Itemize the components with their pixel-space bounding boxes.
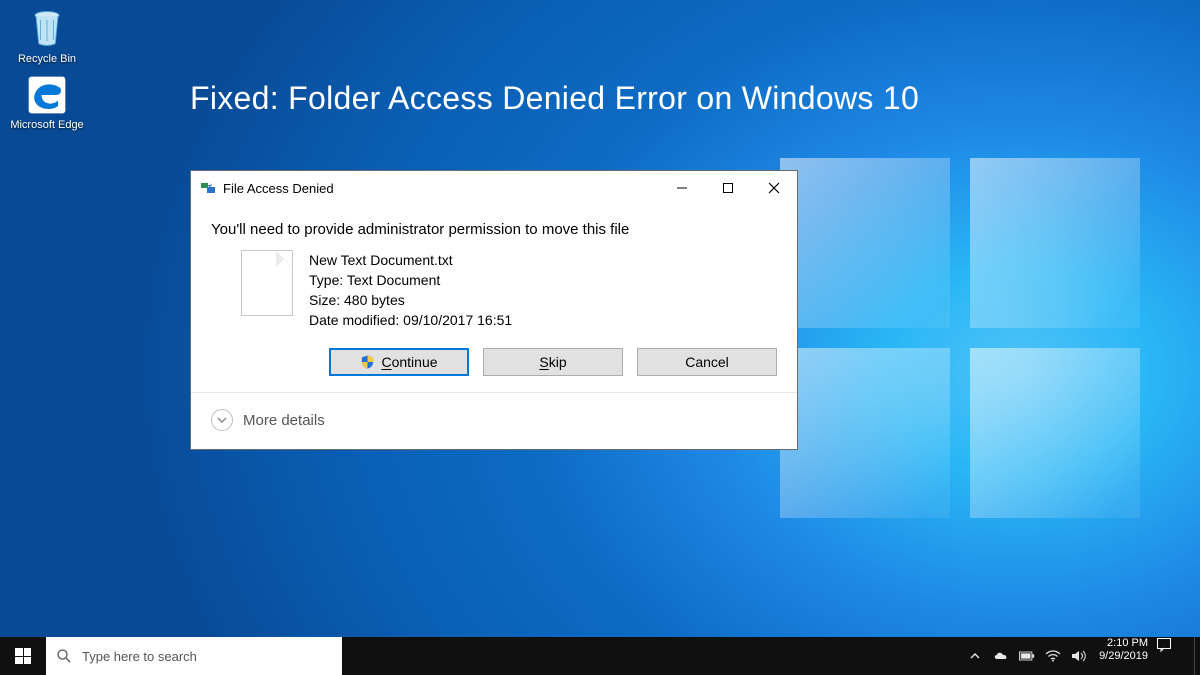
close-button[interactable] (751, 171, 797, 205)
dialog-titlebar[interactable]: File Access Denied (191, 171, 797, 205)
file-access-denied-dialog: File Access Denied You'll need to provid… (190, 170, 798, 450)
desktop-icon-label: Microsoft Edge (10, 119, 84, 131)
action-center-icon[interactable] (1156, 637, 1194, 675)
maximize-button[interactable] (705, 171, 751, 205)
start-button[interactable] (0, 637, 46, 675)
file-size: Size: 480 bytes (309, 290, 512, 310)
show-desktop-button[interactable] (1194, 637, 1200, 675)
dialog-title: File Access Denied (223, 181, 659, 196)
volume-icon[interactable] (1071, 648, 1087, 664)
page-headline: Fixed: Folder Access Denied Error on Win… (190, 80, 919, 117)
taskbar-search[interactable]: Type here to search (46, 637, 342, 675)
windows-logo-icon (15, 648, 31, 664)
search-placeholder: Type here to search (82, 649, 197, 664)
desktop-icon-edge[interactable]: Microsoft Edge (10, 71, 84, 137)
edge-icon (25, 73, 69, 117)
file-modified: Date modified: 09/10/2017 16:51 (309, 310, 512, 330)
taskbar: Type here to search 2:10 PM 9/29/2019 (0, 637, 1200, 675)
wifi-icon[interactable] (1045, 648, 1061, 664)
desktop-icon-recycle-bin[interactable]: Recycle Bin (10, 5, 84, 71)
system-tray (959, 637, 1091, 675)
taskbar-clock[interactable]: 2:10 PM 9/29/2019 (1091, 637, 1156, 675)
battery-icon[interactable] (1019, 648, 1035, 664)
continue-button[interactable]: Continue (329, 348, 469, 376)
skip-button[interactable]: Skip (483, 348, 623, 376)
file-metadata: New Text Document.txt Type: Text Documen… (309, 250, 512, 330)
minimize-button[interactable] (659, 171, 705, 205)
cancel-button[interactable]: Cancel (637, 348, 777, 376)
onedrive-icon[interactable] (993, 648, 1009, 664)
search-icon (56, 648, 72, 664)
recycle-bin-icon (25, 7, 69, 51)
desktop-icon-label: Recycle Bin (10, 53, 84, 65)
clock-date: 9/29/2019 (1099, 650, 1148, 663)
wallpaper-window-logo (780, 158, 1140, 518)
chevron-down-icon (211, 409, 233, 431)
more-details-toggle[interactable]: More details (211, 393, 777, 449)
tray-chevron-up-icon[interactable] (967, 648, 983, 664)
dialog-app-icon (201, 180, 217, 196)
dialog-message: You'll need to provide administrator per… (211, 221, 777, 238)
file-type: Type: Text Document (309, 270, 512, 290)
file-name: New Text Document.txt (309, 250, 512, 270)
clock-time: 2:10 PM (1099, 637, 1148, 650)
file-thumbnail-icon (241, 250, 293, 316)
more-details-label: More details (243, 412, 325, 429)
uac-shield-icon (360, 354, 375, 370)
